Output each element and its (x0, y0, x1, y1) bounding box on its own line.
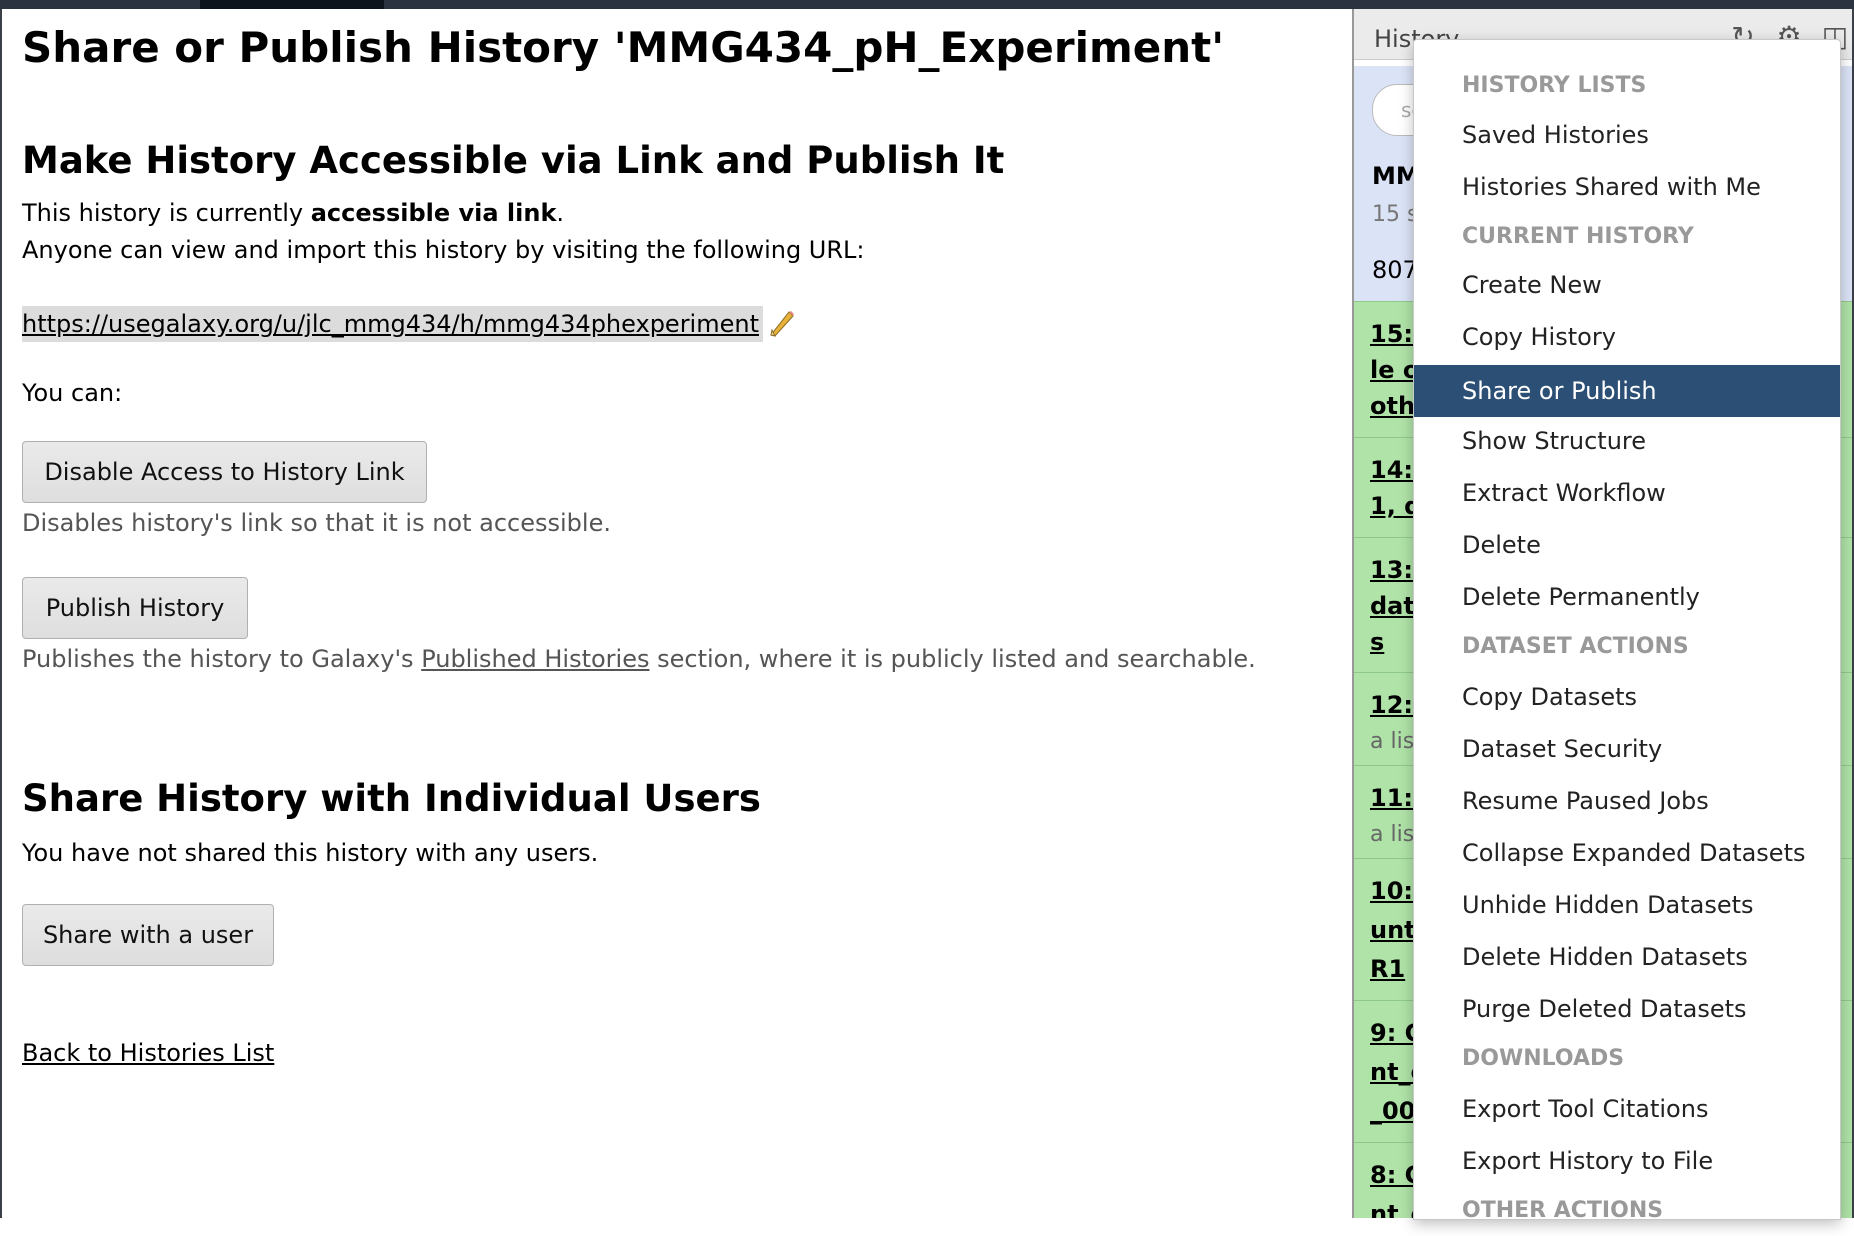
dataset-title-line[interactable]: s (1370, 628, 1384, 656)
publish-hint-suffix: section, where it is publicly listed and… (649, 645, 1256, 673)
disable-link-hint: Disables history's link so that it is no… (22, 509, 611, 537)
menu-item-export-history[interactable]: Export History to File (1414, 1135, 1840, 1187)
access-status-prefix: This history is currently (22, 199, 311, 227)
menu-item-extract-workflow[interactable]: Extract Workflow (1414, 467, 1840, 519)
access-status: This history is currently accessible via… (22, 199, 564, 227)
disable-link-button[interactable]: Disable Access to History Link (22, 441, 427, 503)
menu-item-create-new[interactable]: Create New (1414, 259, 1840, 311)
frame-left-border (0, 9, 2, 1218)
dataset-title-line[interactable]: _00 (1370, 1097, 1415, 1125)
menu-item-resume-paused-jobs[interactable]: Resume Paused Jobs (1414, 775, 1840, 827)
masthead-active-tab[interactable] (200, 0, 384, 9)
dataset-title-line[interactable]: 13: (1370, 556, 1413, 584)
menu-item-copy-history[interactable]: Copy History (1414, 311, 1840, 363)
menu-item-unhide-hidden[interactable]: Unhide Hidden Datasets (1414, 879, 1840, 931)
history-options-menu: HISTORY LISTS Saved Histories Histories … (1413, 39, 1841, 1223)
history-usage: 807 (1372, 256, 1418, 284)
publish-hint: Publishes the history to Galaxy's Publis… (22, 645, 1256, 673)
dataset-subtitle: a lis (1370, 822, 1415, 847)
menu-item-delete[interactable]: Delete (1414, 519, 1840, 571)
dataset-subtitle: a lis (1370, 729, 1415, 754)
menu-header-other-actions: OTHER ACTIONS (1462, 1197, 1664, 1223)
dataset-title-line[interactable]: 14: (1370, 456, 1413, 484)
history-size: 15 s (1372, 202, 1419, 227)
menu-item-dataset-security[interactable]: Dataset Security (1414, 723, 1840, 775)
section-heading-share: Share History with Individual Users (22, 777, 761, 820)
share-with-user-button[interactable]: Share with a user (22, 904, 274, 966)
menu-item-saved-histories[interactable]: Saved Histories (1414, 109, 1840, 161)
masthead-bar (0, 0, 1854, 9)
pencil-icon[interactable] (767, 309, 795, 339)
back-to-histories-link[interactable]: Back to Histories List (22, 1039, 274, 1067)
menu-item-share-or-publish[interactable]: Share or Publish (1414, 365, 1840, 417)
dataset-title-line[interactable]: 12: (1370, 691, 1413, 719)
page-title: Share or Publish History 'MMG434_pH_Expe… (22, 23, 1225, 72)
section-heading-link: Make History Accessible via Link and Pub… (22, 139, 1005, 182)
dataset-title-line[interactable]: unt (1370, 916, 1416, 944)
you-can-label: You can: (22, 379, 123, 407)
share-status: You have not shared this history with an… (22, 839, 599, 867)
menu-item-delete-hidden[interactable]: Delete Hidden Datasets (1414, 931, 1840, 983)
menu-item-histories-shared[interactable]: Histories Shared with Me (1414, 161, 1840, 213)
dataset-title-line[interactable]: R1 (1370, 955, 1405, 983)
menu-header-downloads: DOWNLOADS (1462, 1045, 1625, 1071)
menu-item-copy-datasets[interactable]: Copy Datasets (1414, 671, 1840, 723)
menu-item-delete-permanently[interactable]: Delete Permanently (1414, 571, 1840, 623)
dataset-title-line[interactable]: 15: (1370, 320, 1413, 348)
dataset-title-line[interactable]: 11: (1370, 784, 1413, 812)
access-status-bold: accessible via link (310, 199, 557, 227)
menu-item-show-structure[interactable]: Show Structure (1414, 415, 1840, 467)
menu-header-history-lists: HISTORY LISTS (1462, 72, 1647, 98)
access-status-suffix: . (556, 199, 565, 227)
url-intro: Anyone can view and import this history … (22, 236, 865, 264)
menu-item-collapse-expanded[interactable]: Collapse Expanded Datasets (1414, 827, 1840, 879)
menu-item-export-citations[interactable]: Export Tool Citations (1414, 1083, 1840, 1135)
history-url-row: https://usegalaxy.org/u/jlc_mmg434/h/mmg… (22, 303, 795, 345)
menu-header-current-history: CURRENT HISTORY (1462, 223, 1694, 249)
dataset-title-line[interactable]: 10: (1370, 877, 1413, 905)
history-url-link[interactable]: https://usegalaxy.org/u/jlc_mmg434/h/mmg… (22, 306, 763, 342)
published-histories-link[interactable]: Published Histories (421, 645, 649, 673)
menu-item-purge-deleted[interactable]: Purge Deleted Datasets (1414, 983, 1840, 1035)
menu-header-dataset-actions: DATASET ACTIONS (1462, 633, 1689, 659)
publish-hint-prefix: Publishes the history to Galaxy's (22, 645, 422, 673)
dataset-title-line[interactable]: le o (1370, 356, 1419, 384)
publish-history-button[interactable]: Publish History (22, 577, 248, 639)
